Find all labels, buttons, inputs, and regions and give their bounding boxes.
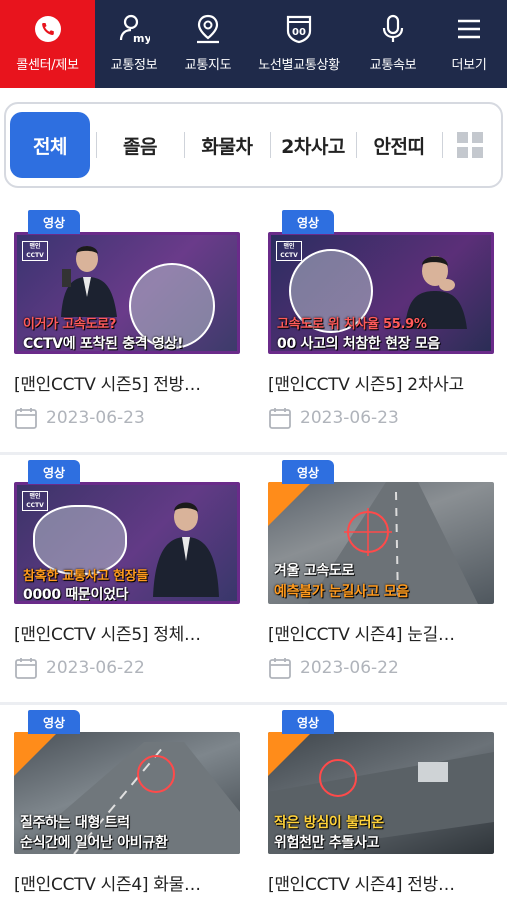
badge-ribbon	[14, 732, 58, 776]
calendar-icon	[269, 658, 291, 679]
tab-drowsy[interactable]: 졸음	[96, 112, 184, 178]
video-badge: 영상	[28, 460, 80, 484]
thumbnail-caption-1: 겨울 고속도로	[274, 563, 355, 579]
video-badge: 영상	[28, 710, 80, 734]
man-in-cctv-logo: 맨인 CCTV	[276, 241, 302, 261]
row-divider	[0, 452, 507, 455]
nav-label: 콜센터/제보	[16, 58, 79, 73]
thumbnail-caption-1: 이거가 고속도로?	[23, 317, 117, 332]
nav-label: 교통정보	[110, 58, 158, 73]
video-title[interactable]: [맨인CCTV 시즌5] 정체…	[14, 620, 250, 645]
badge-ribbon	[268, 482, 312, 526]
nav-call-center[interactable]: 콜센터/제보	[0, 0, 95, 88]
tab-all[interactable]: 전체	[10, 112, 90, 178]
video-date: 2023-06-23	[268, 406, 399, 430]
grid-view-button[interactable]	[442, 112, 498, 178]
thumbnail-caption-1: 참혹한 교통사고 현장들	[23, 569, 149, 584]
svg-text:00: 00	[292, 27, 306, 38]
video-badge: 영상	[282, 710, 334, 734]
video-thumbnail[interactable]: 맨인 CCTV 이거가 고속도로? CCTV에 포착된 충격 영상!	[14, 232, 240, 354]
video-date: 2023-06-23	[14, 406, 145, 430]
nav-label: 교통지도	[184, 58, 232, 73]
video-title[interactable]: [맨인CCTV 시즌5] 2차사고	[268, 370, 504, 395]
phone-icon	[31, 12, 65, 46]
row-divider	[0, 702, 507, 705]
man-in-cctv-logo: 맨인 CCTV	[22, 491, 48, 511]
video-title[interactable]: [맨인CCTV 시즌4] 전방…	[268, 870, 504, 895]
video-thumbnail[interactable]: 맨인 CCTV 고속도로 위 치사율 55.9% 00 사고의 처참한 현장 모음	[268, 232, 494, 354]
nav-more[interactable]: 더보기	[431, 0, 507, 88]
nav-label: 더보기	[451, 58, 487, 73]
presenter-image	[149, 497, 223, 597]
top-navigation-bar: 콜센터/제보 my 교통정보 교통지도 00 노선별교통상황 교통속보 더보기	[0, 0, 507, 88]
thumbnail-caption-1: 고속도로 위 치사율 55.9%	[277, 317, 427, 332]
hamburger-menu-icon	[452, 12, 486, 46]
route-shield-icon: 00	[282, 12, 316, 46]
presenter-image	[57, 241, 121, 317]
video-badge: 영상	[282, 210, 334, 234]
calendar-icon	[15, 658, 37, 679]
date-text: 2023-06-22	[46, 658, 145, 678]
my-person-icon: my	[117, 12, 151, 46]
video-title[interactable]: [맨인CCTV 시즌4] 눈길…	[268, 620, 504, 645]
video-thumbnail[interactable]: 질주하는 대형 트럭 순식간에 일어난 아비규환	[14, 732, 240, 854]
thumbnail-caption-1: 작은 방심이 불러온	[274, 815, 384, 831]
grid-icon	[457, 132, 483, 158]
date-text: 2023-06-22	[300, 658, 399, 678]
nav-traffic-info[interactable]: my 교통정보	[95, 0, 173, 88]
thumbnail-caption-1: 질주하는 대형 트럭	[20, 815, 130, 831]
thumbnail-caption-2: 0000 때문이었다	[23, 587, 129, 603]
thumbnail-caption-2: 예측불가 눈길사고 모음	[274, 584, 409, 600]
nav-traffic-news[interactable]: 교통속보	[355, 0, 431, 88]
tab-seatbelt[interactable]: 안전띠	[356, 112, 442, 178]
microphone-icon	[376, 12, 410, 46]
thumbnail-caption-2: 00 사고의 처참한 현장 모음	[277, 336, 440, 352]
date-text: 2023-06-23	[46, 408, 145, 428]
nav-label: 노선별교통상황	[258, 58, 340, 73]
video-title[interactable]: [맨인CCTV 시즌4] 화물…	[14, 870, 250, 895]
video-thumbnail[interactable]: 작은 방심이 불러온 위험천만 추돌사고	[268, 732, 494, 854]
category-tabs: 전체 졸음 화물차 2차사고 안전띠	[4, 102, 503, 188]
video-date: 2023-06-22	[14, 656, 145, 680]
thumbnail-caption-2: CCTV에 포착된 충격 영상!	[23, 336, 184, 352]
svg-text:my: my	[133, 32, 150, 45]
map-pin-icon	[191, 12, 225, 46]
video-badge: 영상	[28, 210, 80, 234]
video-date: 2023-06-22	[268, 656, 399, 680]
video-thumbnail[interactable]: 겨울 고속도로 예측불가 눈길사고 모음	[268, 482, 494, 604]
tab-truck[interactable]: 화물차	[184, 112, 270, 178]
video-thumbnail[interactable]: 맨인 CCTV 참혹한 교통사고 현장들 0000 때문이었다	[14, 482, 240, 604]
nav-route-status[interactable]: 00 노선별교통상황	[243, 0, 355, 88]
calendar-icon	[15, 408, 37, 429]
tab-secondary-accident[interactable]: 2차사고	[270, 112, 356, 178]
thumbnail-caption-2: 위험천만 추돌사고	[274, 835, 380, 851]
badge-ribbon	[268, 732, 312, 776]
date-text: 2023-06-23	[300, 408, 399, 428]
nav-label: 교통속보	[369, 58, 417, 73]
thumbnail-caption-2: 순식간에 일어난 아비규환	[20, 835, 168, 851]
video-badge: 영상	[282, 460, 334, 484]
man-in-cctv-logo: 맨인 CCTV	[22, 241, 48, 261]
video-title[interactable]: [맨인CCTV 시즌5] 전방…	[14, 370, 250, 395]
calendar-icon	[269, 408, 291, 429]
nav-traffic-map[interactable]: 교통지도	[173, 0, 243, 88]
